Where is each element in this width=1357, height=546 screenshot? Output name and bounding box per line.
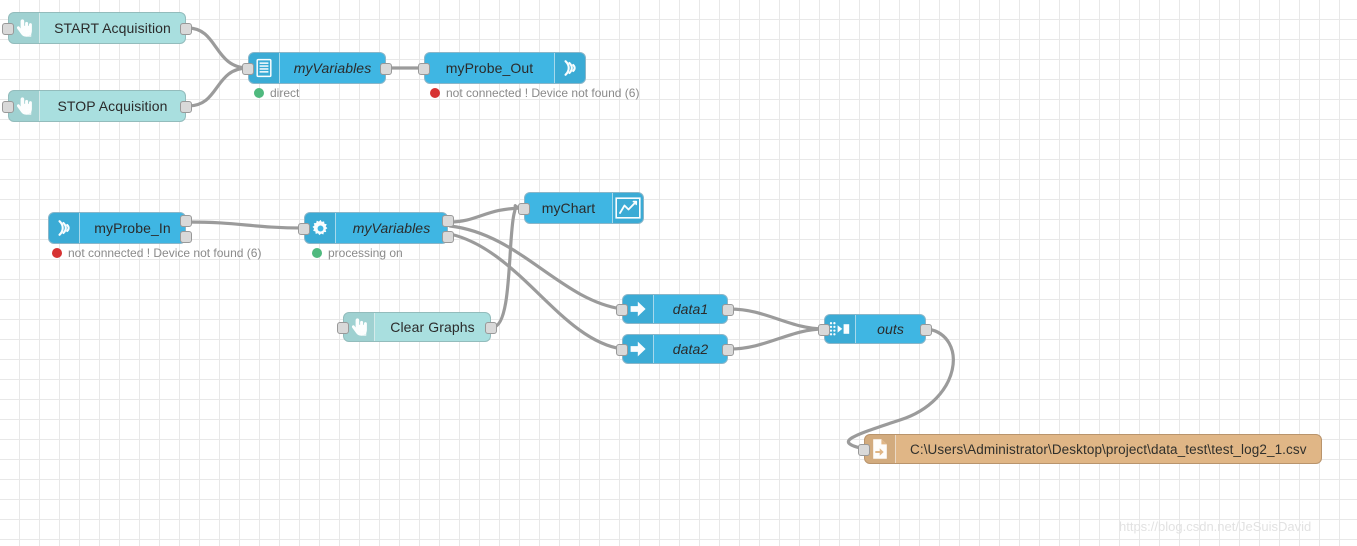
node-body: myProbe_In bbox=[49, 213, 185, 243]
input-port[interactable] bbox=[2, 101, 14, 113]
node-body: myProbe_Out bbox=[425, 53, 585, 83]
status-dot bbox=[430, 88, 440, 98]
signal-wave-icon bbox=[554, 53, 585, 83]
wire-outs-to-file[interactable] bbox=[846, 327, 955, 451]
node-myprobe-in[interactable]: myProbe_In bbox=[48, 212, 192, 244]
node-label: myProbe_Out bbox=[445, 60, 534, 76]
node-label: myProbe_In bbox=[94, 220, 171, 236]
node-body: STOP Acquisition bbox=[9, 91, 185, 121]
node-myvariables-top[interactable]: myVariables bbox=[242, 52, 392, 84]
node-body: myChart bbox=[525, 193, 643, 223]
status-text: not connected ! Device not found (6) bbox=[68, 246, 262, 260]
input-port[interactable] bbox=[818, 324, 830, 336]
node-status-status-myprobe-in: not connected ! Device not found (6) bbox=[52, 246, 261, 260]
output-port[interactable] bbox=[722, 304, 734, 316]
input-port[interactable] bbox=[518, 203, 530, 215]
output-port[interactable] bbox=[180, 231, 192, 243]
wire-myvariables-to-data1[interactable] bbox=[448, 224, 624, 311]
output-port[interactable] bbox=[180, 215, 192, 227]
signal-wave-icon bbox=[49, 213, 80, 243]
node-status-status-myvariables-bottom: processing on bbox=[312, 246, 403, 260]
node-start-acquisition[interactable]: START Acquisition bbox=[2, 12, 192, 44]
node-mychart[interactable]: myChart bbox=[518, 192, 644, 224]
node-label: myVariables bbox=[293, 60, 372, 76]
node-status-status-myvariables-top: direct bbox=[254, 86, 299, 100]
status-dot bbox=[312, 248, 322, 258]
output-port[interactable] bbox=[920, 324, 932, 336]
line-chart-icon bbox=[612, 193, 643, 223]
node-file-write[interactable]: C:\Users\Administrator\Desktop\project\d… bbox=[858, 434, 1322, 464]
node-body: START Acquisition bbox=[9, 13, 185, 43]
output-port[interactable] bbox=[380, 63, 392, 75]
output-port[interactable] bbox=[722, 344, 734, 356]
node-label: STOP Acquisition bbox=[57, 98, 168, 114]
node-outs[interactable]: outs bbox=[818, 314, 932, 344]
node-data1[interactable]: data1 bbox=[616, 294, 734, 324]
node-body: myVariables bbox=[249, 53, 385, 83]
node-body: C:\Users\Administrator\Desktop\project\d… bbox=[865, 435, 1321, 463]
output-port[interactable] bbox=[180, 23, 192, 35]
output-port[interactable] bbox=[442, 231, 454, 243]
input-port[interactable] bbox=[616, 344, 628, 356]
wire-data1-to-outs[interactable] bbox=[728, 307, 826, 331]
node-stop-acquisition[interactable]: STOP Acquisition bbox=[2, 90, 192, 122]
output-port[interactable] bbox=[180, 101, 192, 113]
node-body: outs bbox=[825, 315, 925, 343]
node-label: C:\Users\Administrator\Desktop\project\d… bbox=[910, 441, 1307, 457]
node-label: START Acquisition bbox=[54, 20, 171, 36]
flow-canvas[interactable]: START Acquisition STOP Acquisition myVaria… bbox=[0, 0, 1357, 546]
wire-cleargraphs-to-mychart[interactable] bbox=[491, 204, 526, 329]
input-port[interactable] bbox=[242, 63, 254, 75]
node-myprobe-out[interactable]: myProbe_Out bbox=[418, 52, 586, 84]
wire-myvariables-to-mychart[interactable] bbox=[448, 206, 526, 224]
wire-start-to-myvariables[interactable] bbox=[186, 26, 250, 70]
wire-layer bbox=[186, 26, 955, 451]
node-body: data1 bbox=[623, 295, 727, 323]
wire-myprobein-to-myvariables[interactable] bbox=[186, 220, 306, 230]
wire-stop-to-myvariables[interactable] bbox=[186, 66, 250, 108]
input-port[interactable] bbox=[2, 23, 14, 35]
status-dot bbox=[52, 248, 62, 258]
node-label: Clear Graphs bbox=[390, 319, 475, 335]
node-status-status-myprobe-out: not connected ! Device not found (6) bbox=[430, 86, 639, 100]
input-port[interactable] bbox=[858, 444, 870, 456]
input-port[interactable] bbox=[298, 223, 310, 235]
node-label: myVariables bbox=[352, 220, 431, 236]
input-port[interactable] bbox=[337, 322, 349, 334]
output-port[interactable] bbox=[485, 322, 497, 334]
node-data2[interactable]: data2 bbox=[616, 334, 734, 364]
node-body: Clear Graphs bbox=[344, 313, 490, 341]
node-label: data1 bbox=[672, 301, 709, 317]
status-text: direct bbox=[270, 86, 300, 100]
status-text: processing on bbox=[328, 246, 403, 260]
input-port[interactable] bbox=[418, 63, 430, 75]
watermark: https://blog.csdn.net/JeSuisDavid bbox=[1119, 519, 1312, 534]
node-clear-graphs[interactable]: Clear Graphs bbox=[337, 312, 497, 342]
node-body: data2 bbox=[623, 335, 727, 363]
node-label: outs bbox=[877, 321, 904, 337]
node-label: data2 bbox=[672, 341, 709, 357]
output-port[interactable] bbox=[442, 215, 454, 227]
status-dot bbox=[254, 88, 264, 98]
node-body: myVariables bbox=[305, 213, 447, 243]
node-label: myChart bbox=[541, 200, 596, 216]
node-myvariables-bottom[interactable]: myVariables bbox=[298, 212, 454, 244]
status-text: not connected ! Device not found (6) bbox=[446, 86, 640, 100]
input-port[interactable] bbox=[616, 304, 628, 316]
wire-data2-to-outs[interactable] bbox=[728, 327, 826, 351]
